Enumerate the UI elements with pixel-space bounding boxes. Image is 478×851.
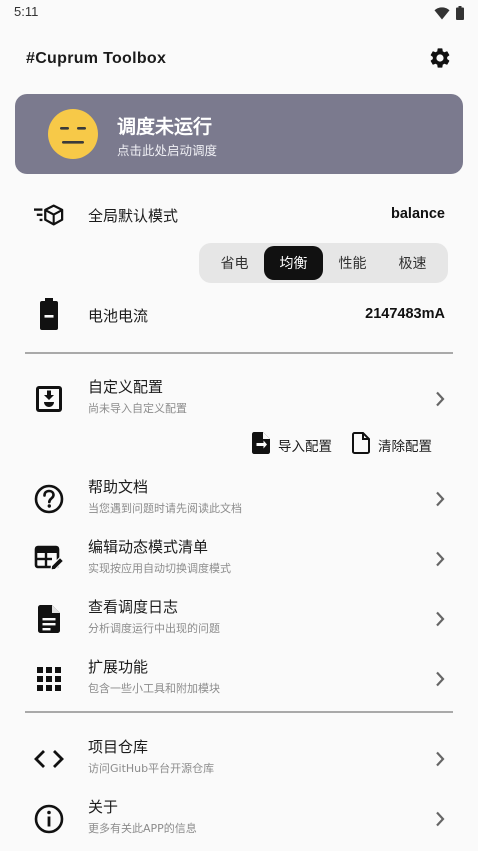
clear-config-label: 清除配置	[378, 439, 432, 455]
file-import-icon	[252, 432, 270, 458]
custom-config-row[interactable]: 自定义配置 尚未导入自定义配置	[0, 372, 478, 428]
chevron-right-icon	[432, 387, 448, 411]
scheduler-status-subtitle: 点击此处启动调度	[117, 143, 218, 158]
extensions-title: 扩展功能	[88, 658, 149, 676]
app-title: #Cuprum Toolbox	[26, 50, 167, 67]
help-docs-row[interactable]: 帮助文档 当您遇到问题时请先阅读此文档	[0, 472, 478, 528]
custom-config-title: 自定义配置	[88, 378, 164, 396]
edit-dynamic-list-row[interactable]: 编辑动态模式清单 实现按应用自动切换调度模式	[0, 532, 478, 588]
app-bar: #Cuprum Toolbox	[0, 40, 478, 80]
edit-dynamic-list-title: 编辑动态模式清单	[88, 538, 209, 556]
view-log-row[interactable]: 查看调度日志 分析调度运行中出现的问题	[0, 592, 478, 648]
chevron-right-icon	[432, 487, 448, 511]
extensions-row[interactable]: 扩展功能 包含一些小工具和附加模块	[0, 652, 478, 708]
view-log-title: 查看调度日志	[88, 598, 179, 616]
edit-dynamic-list-subtitle: 实现按应用自动切换调度模式	[88, 562, 231, 575]
inbox-download-icon	[34, 384, 64, 414]
custom-config-subtitle: 尚未导入自定义配置	[88, 402, 187, 415]
battery-current-value: 2147483mA	[365, 306, 445, 322]
scheduler-status-card[interactable]: 调度未运行 点击此处启动调度	[15, 94, 463, 174]
mode-option-balance[interactable]: 均衡	[264, 246, 323, 280]
chevron-right-icon	[432, 547, 448, 571]
document-icon	[34, 604, 64, 634]
help-docs-title: 帮助文档	[88, 478, 149, 496]
speed-cube-icon	[34, 200, 64, 230]
gear-icon	[428, 46, 452, 74]
scheduler-status-title: 调度未运行	[117, 116, 213, 138]
edit-table-icon	[34, 544, 64, 574]
project-repo-subtitle: 访问GitHub平台开源仓库	[88, 762, 215, 775]
help-circle-icon	[34, 484, 64, 514]
project-repo-title: 项目仓库	[88, 738, 149, 756]
global-mode-value: balance	[391, 206, 445, 222]
battery-icon	[456, 5, 464, 24]
wifi-icon	[434, 5, 450, 24]
grid-icon	[34, 664, 64, 694]
mode-segmented-control: 省电 均衡 性能 极速	[199, 243, 448, 283]
about-row[interactable]: 关于 更多有关此APP的信息	[0, 792, 478, 848]
battery-current-label: 电池电流	[88, 307, 149, 325]
global-mode-row: 全局默认模式 balance	[0, 198, 478, 232]
info-icon	[34, 804, 64, 834]
status-icons	[434, 5, 464, 24]
clear-config-button[interactable]: 清除配置	[352, 432, 432, 458]
about-subtitle: 更多有关此APP的信息	[88, 822, 197, 835]
mode-option-performance[interactable]: 性能	[323, 246, 382, 280]
battery-current-row: 电池电流 2147483mA	[0, 296, 478, 332]
project-repo-row[interactable]: 项目仓库 访问GitHub平台开源仓库	[0, 732, 478, 788]
chevron-right-icon	[432, 747, 448, 771]
global-mode-label: 全局默认模式	[88, 207, 179, 225]
help-docs-subtitle: 当您遇到问题时请先阅读此文档	[88, 502, 242, 515]
mode-option-powersave[interactable]: 省电	[205, 246, 264, 280]
mode-option-fast[interactable]: 极速	[383, 246, 442, 280]
divider	[25, 352, 453, 354]
import-config-button[interactable]: 导入配置	[252, 432, 332, 458]
divider	[25, 711, 453, 713]
battery-alert-icon	[34, 298, 64, 330]
chevron-right-icon	[432, 667, 448, 691]
about-title: 关于	[88, 798, 119, 816]
chevron-right-icon	[432, 807, 448, 831]
file-outline-icon	[352, 432, 370, 458]
settings-button[interactable]	[426, 46, 454, 74]
chevron-right-icon	[432, 607, 448, 631]
import-config-label: 导入配置	[278, 439, 332, 455]
extensions-subtitle: 包含一些小工具和附加模块	[88, 682, 220, 695]
status-bar: 5:11	[0, 0, 478, 26]
view-log-subtitle: 分析调度运行中出现的问题	[88, 622, 220, 635]
code-icon	[34, 744, 64, 774]
status-time: 5:11	[14, 4, 39, 19]
neutral-face-icon	[47, 108, 99, 160]
